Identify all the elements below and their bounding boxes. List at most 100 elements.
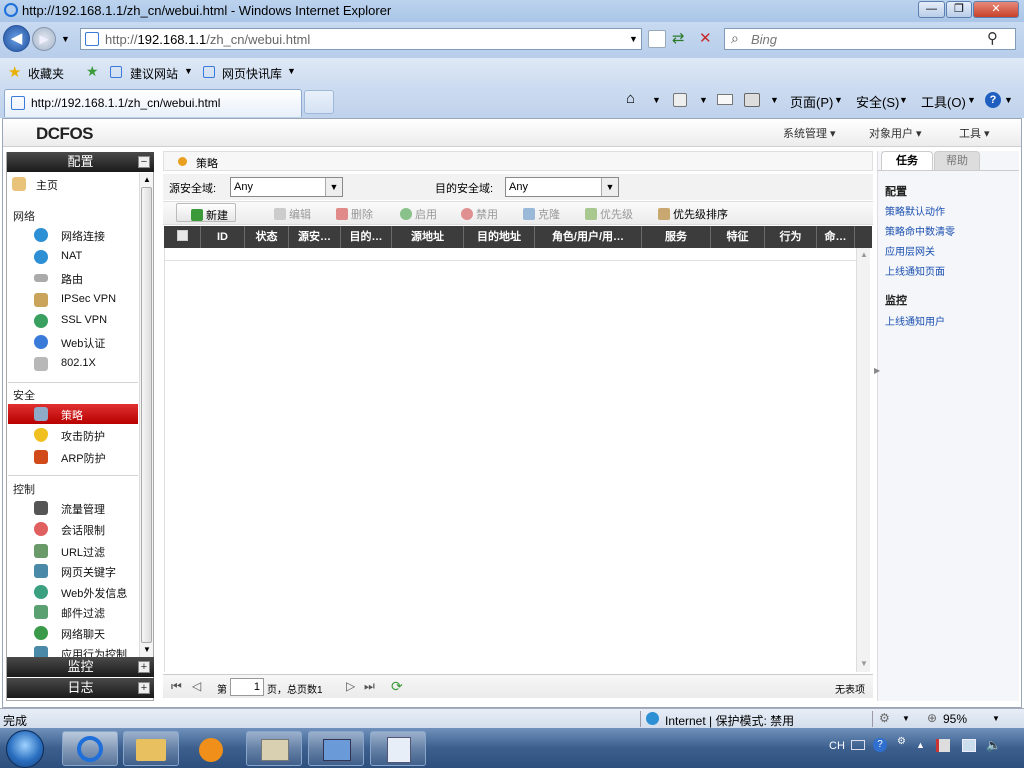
table-scroll-up-icon[interactable]: ▲ (860, 250, 868, 259)
monitor-expand-icon[interactable]: + (138, 661, 150, 673)
taskbar-media-player-icon[interactable] (184, 731, 240, 766)
nav-item-network-connection[interactable]: 网络连接 (8, 225, 138, 245)
link-online-notify-page[interactable]: 上线通知页面 (885, 263, 945, 278)
web-slice-dropdown-icon[interactable]: ▼ (287, 66, 296, 76)
zone-text[interactable]: Internet | 保护模式: 禁用 (665, 712, 794, 729)
refresh-table-icon[interactable]: ⟳ (391, 678, 403, 695)
nav-item-ssl-vpn[interactable]: SSL VPN (8, 311, 138, 331)
tray-language[interactable]: CH (829, 740, 845, 752)
add-favorites-icon[interactable]: ★ (86, 63, 99, 80)
column-dst-addr[interactable]: 目的地址 (464, 226, 535, 248)
nav-item-nat[interactable]: NAT (8, 247, 138, 267)
column-src-addr[interactable]: 源地址 (392, 226, 464, 248)
column-role-user[interactable]: 角色/用户/用… (535, 226, 642, 248)
log-header[interactable]: 日志 (7, 678, 154, 698)
column-src-zone[interactable]: 源安… (289, 226, 341, 248)
nav-item-network-chat[interactable]: 网络聊天 (8, 623, 138, 643)
page-menu[interactable]: 页面(P) (790, 92, 833, 111)
protected-mode-icon[interactable]: ⚙ (879, 711, 890, 725)
nav-item-traffic-management[interactable]: 流量管理 (8, 498, 138, 518)
select-all-checkbox[interactable] (176, 230, 188, 241)
priority-button[interactable]: 优先级 (585, 206, 633, 222)
page-menu-dropdown-icon[interactable]: ▼ (834, 95, 843, 105)
tab-tasks[interactable]: 任务 (881, 151, 933, 170)
taskbar-app3-icon[interactable] (370, 731, 426, 766)
taskbar-app1-icon[interactable] (246, 731, 302, 766)
tray-volume-icon[interactable]: 🔈 (986, 738, 1001, 752)
enable-button[interactable]: 启用 (400, 206, 437, 222)
prev-page-icon[interactable]: ◁ (192, 679, 201, 693)
tray-action-center-icon[interactable] (936, 739, 950, 752)
tray-keyboard-icon[interactable] (851, 740, 865, 750)
panel-collapse-icon[interactable]: ▶ (874, 366, 880, 375)
address-dropdown-icon[interactable]: ▼ (629, 34, 638, 44)
column-id[interactable]: ID (201, 226, 245, 248)
dst-zone-dropdown-icon[interactable]: ▼ (601, 178, 618, 196)
column-action[interactable]: 行为 (765, 226, 817, 248)
protected-mode-dropdown-icon[interactable]: ▼ (902, 714, 910, 723)
suggested-sites-link[interactable]: 建议网站 (130, 65, 178, 82)
page-number-input[interactable]: 1 (230, 678, 264, 696)
table-scrollbar[interactable]: ▲ ▼ (856, 248, 870, 672)
nav-item-home[interactable]: 主页 (8, 174, 138, 194)
monitor-header[interactable]: 监控 (7, 657, 154, 677)
zoom-icon[interactable]: ⊕ (927, 711, 937, 725)
web-slice-link[interactable]: 网页快讯库 (222, 65, 282, 82)
tray-options-icon[interactable]: ⚙ (897, 736, 906, 747)
tray-network-icon[interactable] (962, 739, 976, 752)
nav-item-8021x[interactable]: 802.1X (8, 354, 138, 374)
taskbar-ie-icon[interactable] (62, 731, 118, 766)
nav-item-web-auth[interactable]: Web认证 (8, 332, 138, 352)
link-online-notify-user[interactable]: 上线通知用户 (885, 313, 945, 328)
config-collapse-icon[interactable]: − (138, 156, 150, 168)
tray-help-icon[interactable]: ? (873, 738, 887, 752)
tools-menu[interactable]: 工具(O) (921, 92, 966, 111)
compat-view-icon[interactable] (648, 30, 666, 48)
back-button[interactable]: ◀ (3, 25, 30, 52)
favorites-label[interactable]: 收藏夹 (28, 65, 64, 82)
safety-menu-dropdown-icon[interactable]: ▼ (899, 95, 908, 105)
scroll-up-icon[interactable]: ▲ (143, 175, 151, 184)
src-zone-select[interactable]: Any ▼ (230, 177, 343, 197)
maximize-button[interactable]: ❐ (946, 1, 972, 18)
start-button[interactable] (6, 730, 44, 768)
feeds-dropdown-icon[interactable]: ▼ (699, 95, 708, 105)
nav-item-arp-defense[interactable]: ARP防护 (8, 447, 138, 467)
suggested-sites-dropdown-icon[interactable]: ▼ (184, 66, 193, 76)
left-nav-scrollbar[interactable]: ▲ ▼ (139, 173, 153, 657)
link-clear-hits[interactable]: 策略命中数清零 (885, 223, 955, 238)
nav-item-web-keyword[interactable]: 网页关键字 (8, 561, 138, 581)
search-box[interactable]: ⌕ Bing ⚲ (724, 28, 1016, 50)
column-hits[interactable]: 命… (817, 226, 855, 248)
tools-menu-dropdown-icon[interactable]: ▼ (967, 95, 976, 105)
tools-app-menu[interactable]: 工具 ▾ (959, 125, 990, 141)
nav-item-policy[interactable]: 策略 (8, 404, 138, 424)
tab-help[interactable]: 帮助 (934, 151, 980, 170)
nav-item-route[interactable]: 路由 (8, 268, 138, 288)
minimize-button[interactable]: — (918, 1, 945, 18)
mail-icon[interactable] (717, 94, 733, 105)
favorites-star-icon[interactable]: ★ (8, 63, 21, 81)
delete-button[interactable]: 删除 (336, 206, 373, 222)
column-feature[interactable]: 特征 (711, 226, 765, 248)
disable-button[interactable]: 禁用 (461, 206, 498, 222)
safety-menu[interactable]: 安全(S) (856, 92, 899, 111)
src-zone-dropdown-icon[interactable]: ▼ (325, 178, 342, 196)
column-dst-zone[interactable]: 目的… (341, 226, 392, 248)
search-icon[interactable]: ⚲ (987, 29, 998, 47)
link-default-action[interactable]: 策略默认动作 (885, 203, 945, 218)
column-status[interactable]: 状态 (245, 226, 289, 248)
last-page-icon[interactable]: ⏭ (364, 679, 375, 694)
config-header[interactable]: 配置 (7, 152, 154, 172)
nav-item-app-behavior[interactable]: 应用行为控制 (8, 643, 138, 657)
system-management-menu[interactable]: 系统管理 ▾ (783, 125, 836, 141)
nav-item-mail-filter[interactable]: 邮件过滤 (8, 602, 138, 622)
help-dropdown-icon[interactable]: ▼ (1004, 95, 1013, 105)
edit-button[interactable]: 编辑 (274, 206, 311, 222)
scroll-down-icon[interactable]: ▼ (143, 645, 151, 654)
nav-item-attack-defense[interactable]: 攻击防护 (8, 425, 138, 445)
print-dropdown-icon[interactable]: ▼ (770, 95, 779, 105)
first-page-icon[interactable]: ⏮ (171, 679, 182, 694)
forward-button[interactable]: ▶ (32, 27, 56, 51)
stop-icon[interactable]: ✕ (699, 29, 712, 47)
